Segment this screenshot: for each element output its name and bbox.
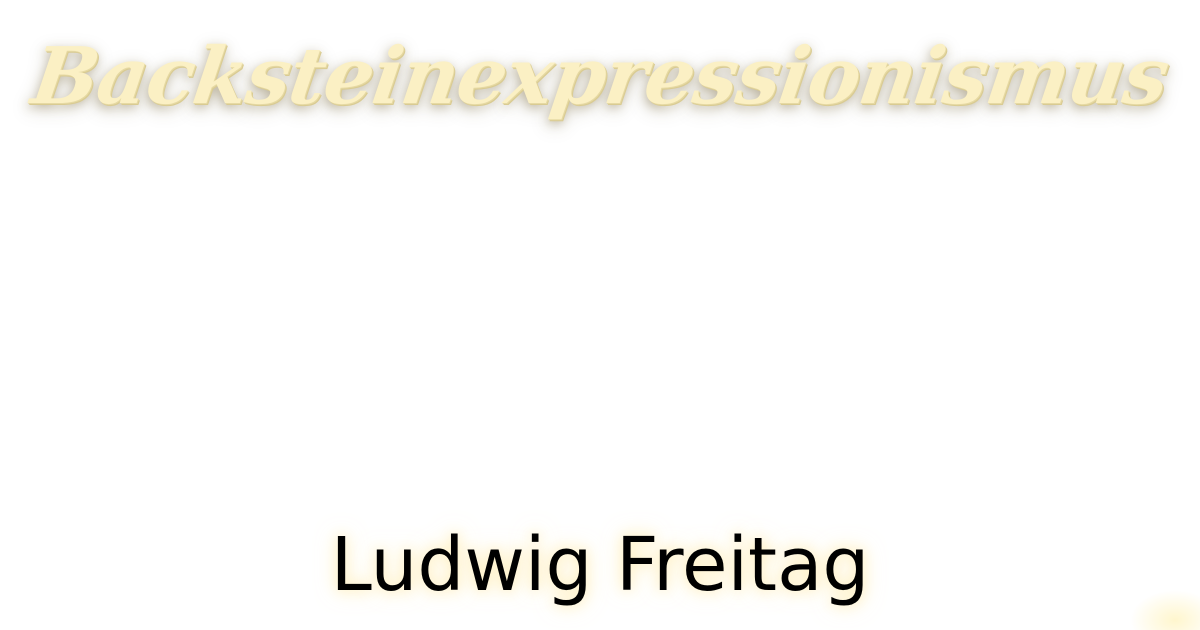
cover-canvas: Backsteinexpressionismus Ludwig Freitag <box>0 0 1200 630</box>
cover-title: Backsteinexpressionismus <box>26 31 1174 122</box>
author-name: Ludwig Freitag <box>330 522 870 608</box>
